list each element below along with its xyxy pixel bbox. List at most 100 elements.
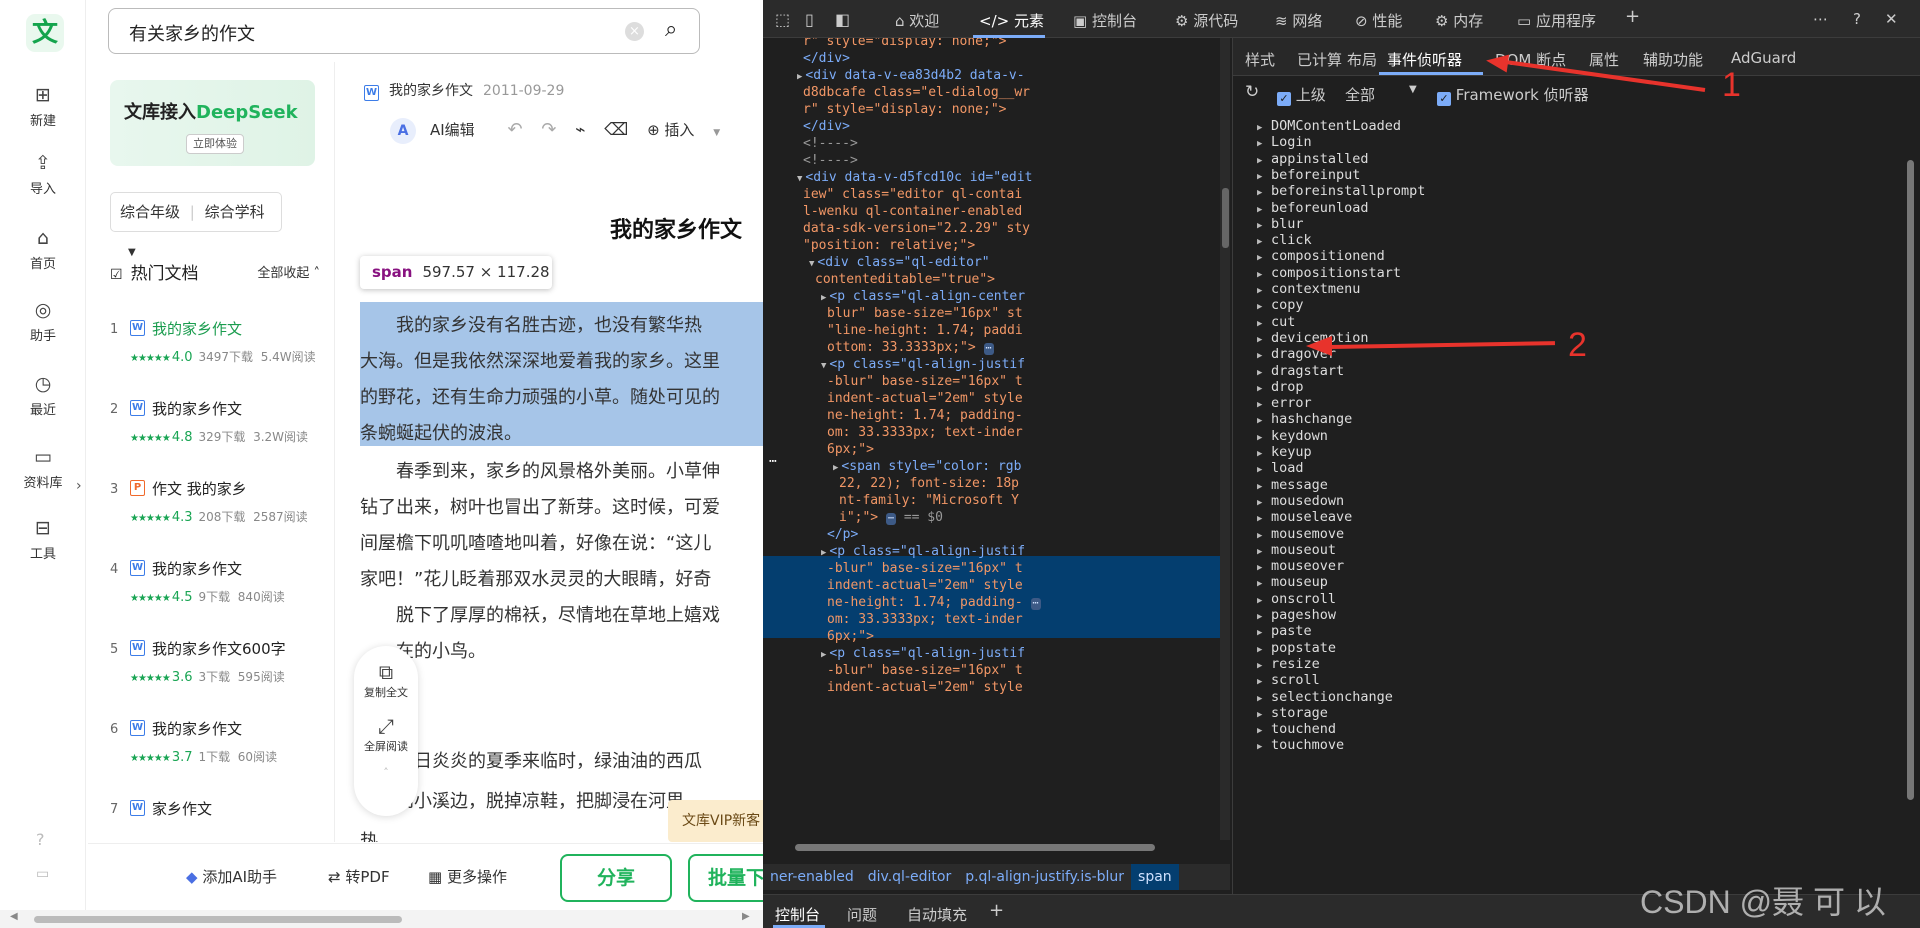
ai-edit-button[interactable]: A AI编辑	[390, 118, 489, 144]
doc-title[interactable]: 我的家乡作文	[152, 558, 242, 579]
close-icon[interactable]: ✕	[1885, 10, 1898, 28]
panel-toggle-icon[interactable]: ◧	[835, 10, 850, 29]
rail-import[interactable]: ⇪ 导入	[0, 151, 86, 197]
tab-performance[interactable]: ⊘ 性能	[1355, 10, 1402, 31]
tab-memory[interactable]: ⚙ 内存	[1435, 10, 1483, 31]
framework-checkbox[interactable]: ✓ Framework 侦听器	[1437, 84, 1589, 106]
search-icon[interactable]: ⌕	[665, 17, 677, 42]
dom-tree[interactable]: r" style="display: none;"> </div> ▶ <div da…	[763, 38, 1220, 844]
doc-title[interactable]: 我的家乡作文	[152, 318, 242, 339]
doc-title[interactable]: 我的家乡作文600字	[152, 638, 286, 659]
tab-layout[interactable]: 布局	[1347, 49, 1377, 70]
tab-elements[interactable]: </> 元素	[979, 10, 1044, 31]
node-menu-icon[interactable]: ⋯	[769, 454, 777, 469]
page-hscrollbar[interactable]: ◀ ▶	[0, 910, 763, 928]
expand-triangle-icon[interactable]: ▶	[1257, 737, 1265, 757]
scroll-left-icon[interactable]: ◀	[10, 911, 18, 922]
ellipsis-icon[interactable]: ⋯	[885, 513, 896, 525]
search-box[interactable]: 有关家乡的作文 × ⌕	[108, 8, 700, 54]
drawer-tab-autofill[interactable]: 自动填充	[907, 904, 967, 925]
ellipsis-icon[interactable]: ⋯	[983, 343, 994, 355]
hot-doc-item[interactable]: 2 W 我的家乡作文 ★★★★★ 4.8 329下载 3.2W阅读	[110, 394, 330, 464]
dom-vscrollbar[interactable]	[1220, 38, 1230, 844]
expand-triangle-icon[interactable]: ▼	[809, 259, 814, 269]
copy-all-button[interactable]: ⧉ 复制全文	[354, 660, 418, 700]
inspect-icon[interactable]: ⬚	[775, 10, 790, 29]
tab-accessibility[interactable]: 辅助功能	[1643, 49, 1703, 70]
hot-doc-item[interactable]: 5 W 我的家乡作文600字 ★★★★★ 3.6 3下载 595阅读	[110, 634, 330, 704]
tab-console[interactable]: ▣ 控制台	[1073, 10, 1137, 31]
scroll-right-icon[interactable]: ▶	[742, 911, 750, 922]
wenku-logo[interactable]: 文	[26, 14, 64, 52]
tab-network[interactable]: ≋ 网络	[1275, 10, 1322, 31]
all-filter[interactable]: 全部	[1345, 84, 1375, 105]
tab-application[interactable]: ▭ 应用程序	[1517, 10, 1596, 31]
tab-computed[interactable]: 已计算	[1297, 49, 1342, 70]
tab-properties[interactable]: 属性	[1589, 49, 1619, 70]
deepseek-banner[interactable]: 文库接入DeepSeek 立即体验	[110, 80, 315, 166]
to-pdf-button[interactable]: ⇄ 转PDF	[328, 866, 390, 887]
events-vscrollbar[interactable]	[1903, 110, 1917, 894]
doc-title[interactable]: 家乡作文	[152, 798, 212, 819]
expand-triangle-icon[interactable]: ▼	[821, 361, 826, 371]
scroll-thumb[interactable]	[1222, 188, 1229, 248]
dom-node-line[interactable]: indent-actual="2em" style	[827, 678, 1023, 698]
grade-subject-select[interactable]: 综合年级 | 综合学科 ▼	[110, 192, 282, 258]
redo-icon[interactable]: ↷	[541, 119, 556, 140]
add-tab-icon[interactable]: +	[989, 900, 1004, 921]
hot-doc-item[interactable]: 6 W 我的家乡作文 ★★★★★ 3.7 1下载 60阅读	[110, 714, 330, 784]
add-ai-button[interactable]: ◆ 添加AI助手	[186, 866, 277, 887]
scroll-thumb[interactable]	[1907, 160, 1914, 800]
scroll-thumb[interactable]	[34, 916, 402, 923]
expand-triangle-icon[interactable]: ▶	[821, 650, 826, 660]
rail-expand-icon[interactable]: ›	[76, 478, 82, 494]
try-now-button[interactable]: 立即体验	[186, 134, 244, 154]
doc-title[interactable]: 我的家乡作文	[152, 398, 242, 419]
ancestors-checkbox[interactable]: ✓ 上级	[1277, 84, 1326, 106]
event-listener-item[interactable]: ▶ touchmove	[1257, 735, 1344, 757]
help-icon[interactable]: ?	[36, 830, 45, 849]
rail-home[interactable]: ⌂ 首页	[0, 226, 86, 272]
crumb[interactable]: div.ql-editor	[861, 864, 958, 890]
format-brush-icon[interactable]: ⌁	[575, 120, 585, 140]
refresh-icon[interactable]: ↻	[1245, 82, 1259, 102]
rail-library[interactable]: ▭ 资料库	[0, 445, 86, 491]
batch-download-button[interactable]: 批量下载(	[688, 854, 763, 902]
crumb[interactable]: p.ql-align-justify.is-blur	[958, 864, 1131, 890]
undo-icon[interactable]: ↶	[507, 119, 522, 140]
drawer-tab-console[interactable]: 控制台	[775, 904, 820, 925]
crumb-active[interactable]: span	[1131, 864, 1179, 890]
device-toggle-icon[interactable]: ▯	[805, 10, 814, 29]
tab-event-listeners[interactable]: 事件侦听器	[1387, 49, 1462, 70]
fullscreen-button[interactable]: ⤢ 全屏阅读	[354, 714, 418, 754]
doc-title[interactable]: 我的家乡作文	[152, 718, 242, 739]
doc-title[interactable]: 作文 我的家乡	[152, 478, 247, 499]
tab-styles[interactable]: 样式	[1245, 49, 1275, 70]
caret-down-icon[interactable]: ▼	[1409, 84, 1417, 95]
tab-welcome[interactable]: ⌂ 欢迎	[895, 10, 939, 31]
rail-assistant[interactable]: ◎ 助手	[0, 298, 86, 344]
add-tab-icon[interactable]: +	[1625, 6, 1640, 27]
more-icon[interactable]: ⋯	[1813, 10, 1828, 28]
rail-recent[interactable]: ◷ 最近	[0, 372, 86, 418]
insert-button[interactable]: ⊕ 插入 ▼	[647, 119, 734, 140]
expand-triangle-icon[interactable]: ▶	[821, 548, 826, 558]
hot-doc-item[interactable]: 4 W 我的家乡作文 ★★★★★ 4.5 9下载 840阅读	[110, 554, 330, 624]
vip-promo[interactable]: 文库VIP新客	[668, 800, 763, 842]
crumb[interactable]: ner-enabled	[763, 864, 861, 890]
tab-sources[interactable]: ⚙ 源代码	[1175, 10, 1238, 31]
scroll-thumb[interactable]	[795, 844, 1155, 851]
ellipsis-icon[interactable]: ⋯	[1030, 598, 1041, 610]
clear-icon[interactable]: ×	[625, 22, 644, 41]
hot-doc-item[interactable]: 3 P 作文 我的家乡 ★★★★★ 4.3 208下载 2587阅读	[110, 474, 330, 544]
share-button[interactable]: 分享	[560, 854, 672, 902]
expand-triangle-icon[interactable]: ▶	[833, 463, 838, 473]
expand-triangle-icon[interactable]: ▶	[797, 72, 802, 82]
search-input[interactable]: 有关家乡的作文	[129, 20, 255, 46]
help-icon[interactable]: ?	[1853, 10, 1861, 28]
drawer-tab-issues[interactable]: 问题	[847, 904, 877, 925]
rail-new[interactable]: ⊞ 新建	[0, 83, 86, 129]
more-ops-button[interactable]: ▦ 更多操作	[428, 866, 507, 887]
expand-triangle-icon[interactable]: ▼	[797, 174, 802, 184]
expand-triangle-icon[interactable]: ▶	[821, 293, 826, 303]
